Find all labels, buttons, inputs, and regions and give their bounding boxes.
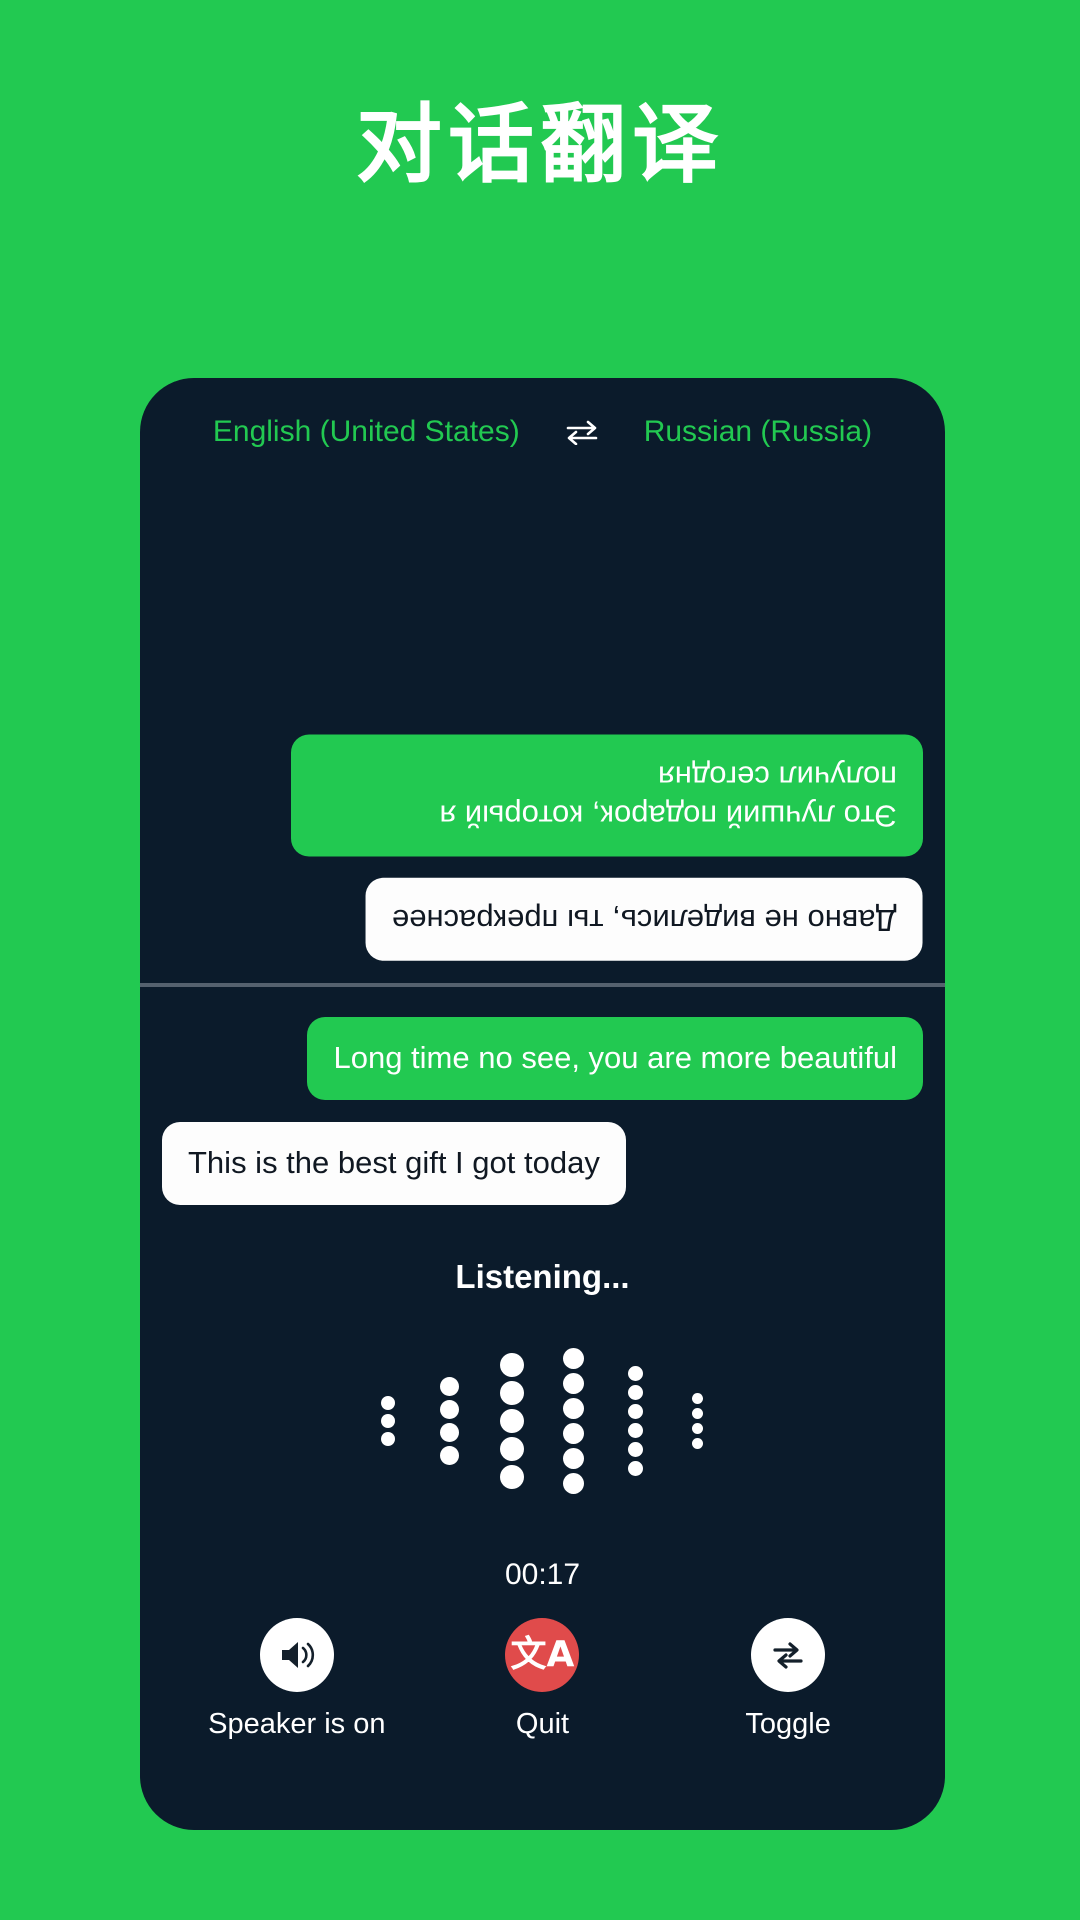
listening-label: Listening... [455, 1258, 630, 1295]
message-row: Long time no see, you are more beautiful [162, 1017, 923, 1100]
waveform-dot [440, 1446, 459, 1465]
phone-frame: English (United States) Russian (Russia)… [140, 378, 945, 1830]
waveform-dot [563, 1423, 584, 1444]
waveform-column [481, 1351, 543, 1491]
waveform-dot [628, 1366, 643, 1381]
waveform-dot [440, 1423, 459, 1442]
toggle-label: Toggle [745, 1708, 831, 1740]
listening-status: Listening... [140, 1258, 945, 1516]
waveform-dot [563, 1473, 584, 1494]
translated-messages-pane: Это лучший подарок, который я получил се… [140, 450, 945, 983]
swap-horizontal-icon[interactable] [564, 417, 600, 447]
waveform-dot [692, 1408, 703, 1419]
waveform-dot [563, 1373, 584, 1394]
waveform-dot [692, 1393, 703, 1404]
message-row: Давно не виделись, ты прекраснее [162, 878, 923, 961]
waveform-dot [499, 1409, 524, 1433]
waveform-dot [440, 1377, 459, 1396]
speaker-on-icon[interactable] [259, 1618, 334, 1692]
waveform-dot [692, 1438, 703, 1449]
message-bubble-translated-2[interactable]: Давно не виделись, ты прекраснее [366, 878, 923, 961]
message-bubble-translated-1[interactable]: Это лучший подарок, который я получил се… [291, 734, 923, 857]
waveform-dot [499, 1353, 524, 1377]
speaker-toggle-button[interactable]: Speaker is on [187, 1618, 407, 1741]
waveform-dot [499, 1437, 524, 1461]
page-title: 对话翻译 [356, 95, 724, 195]
toggle-button[interactable]: Toggle [678, 1618, 898, 1741]
waveform-dot [628, 1404, 643, 1419]
message-row: This is the best gift I got today [162, 1121, 923, 1205]
waveform-dot [380, 1396, 395, 1410]
waveform-column [605, 1364, 667, 1478]
quit-button[interactable]: 文A Quit [432, 1618, 652, 1741]
waveform-dot [380, 1414, 395, 1428]
translate-icon[interactable]: 文A [505, 1618, 580, 1692]
waveform-dot [628, 1442, 643, 1457]
audio-waveform [140, 1326, 945, 1516]
waveform-dot [563, 1398, 584, 1419]
screen-root: 对话翻译 English (United States) Russian (Ru… [0, 0, 1080, 1920]
waveform-dot [628, 1385, 643, 1400]
waveform-dot [628, 1461, 643, 1476]
speaker-toggle-label: Speaker is on [208, 1708, 386, 1740]
recording-timer: 00:17 [504, 1558, 581, 1591]
quit-label: Quit [515, 1708, 570, 1740]
source-messages-pane: Long time no see, you are more beautiful… [140, 987, 945, 1205]
waveform-column [543, 1346, 605, 1496]
message-row: Это лучший подарок, который я получил се… [162, 734, 923, 857]
waveform-dot [628, 1423, 643, 1438]
language-bar: English (United States) Russian (Russia) [140, 415, 945, 449]
waveform-dot [563, 1448, 584, 1469]
message-bubble-source-1[interactable]: Long time no see, you are more beautiful [307, 1017, 923, 1100]
source-language-selector[interactable]: English (United States) [213, 415, 520, 449]
waveform-column [419, 1375, 481, 1467]
waveform-dot [563, 1348, 584, 1369]
waveform-column [667, 1391, 729, 1451]
target-language-selector[interactable]: Russian (Russia) [644, 415, 872, 449]
waveform-dot [692, 1423, 703, 1434]
control-bar: Speaker is on 文A Quit Toggle [140, 1618, 945, 1741]
message-bubble-source-2[interactable]: This is the best gift I got today [162, 1121, 626, 1205]
waveform-dot [440, 1400, 459, 1419]
waveform-dot [380, 1432, 395, 1446]
waveform-dot [499, 1465, 524, 1489]
swap-arrows-icon[interactable] [751, 1618, 826, 1692]
waveform-dot [499, 1381, 524, 1405]
waveform-column [357, 1394, 419, 1448]
translate-glyph: 文A [510, 1634, 575, 1675]
